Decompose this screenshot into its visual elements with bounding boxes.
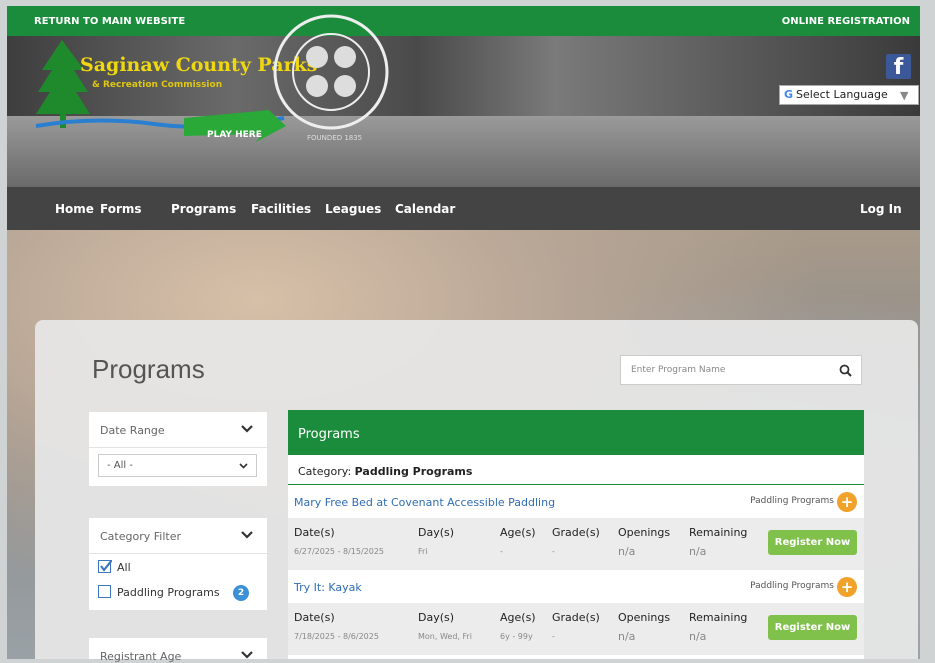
category-filter-header[interactable]: Category Filter: [89, 518, 267, 554]
chevron-down-icon: [241, 531, 253, 539]
date-range-select[interactable]: - All -: [98, 454, 257, 477]
col-openings: Openings: [618, 526, 671, 539]
plus-icon[interactable]: +: [837, 492, 857, 512]
value-openings: n/a: [618, 545, 636, 558]
date-range-filter: Date Range - All -: [89, 412, 267, 486]
program-details-row: Date(s) Day(s) Age(s) Grade(s) Openings …: [288, 518, 864, 570]
category-option-label: Paddling Programs: [117, 586, 220, 599]
value-remaining: n/a: [689, 545, 707, 558]
nav-calendar[interactable]: Calendar: [395, 202, 455, 216]
language-caret-icon: ▼: [900, 89, 909, 102]
col-dates: Date(s): [294, 526, 335, 539]
value-grades: -: [552, 547, 555, 556]
category-value: Paddling Programs: [354, 465, 473, 478]
facebook-icon[interactable]: f: [886, 54, 911, 80]
category-prefix: Category:: [298, 465, 352, 478]
chevron-down-icon: [241, 651, 253, 659]
category-option-label: All: [117, 561, 131, 574]
col-days: Day(s): [418, 526, 455, 539]
search-icon[interactable]: [839, 364, 852, 377]
col-grades: Grade(s): [552, 611, 600, 624]
category-line: Category: Paddling Programs: [288, 455, 864, 485]
program-search-input[interactable]: Enter Program Name: [620, 355, 862, 385]
value-ages: -: [500, 547, 503, 556]
chevron-down-icon: [241, 425, 253, 433]
nav-home[interactable]: Home: [55, 202, 94, 216]
count-badge: 2: [233, 585, 249, 601]
county-seal-icon: [273, 14, 389, 130]
logo-subtitle: & Recreation Commission: [92, 80, 223, 90]
nav-log-in[interactable]: Log In: [860, 202, 902, 216]
date-range-selected: - All -: [107, 460, 133, 471]
select-language-label: Select Language: [796, 88, 888, 101]
date-range-header[interactable]: Date Range: [89, 412, 267, 448]
col-grades: Grade(s): [552, 526, 600, 539]
program-title-row: Mary Free Bed at Covenant Accessible Pad…: [288, 485, 864, 518]
checkbox-icon[interactable]: [98, 585, 111, 598]
value-openings: n/a: [618, 630, 636, 643]
program-category-tag: Paddling Programs: [750, 496, 834, 506]
main-nav: Home Forms Programs Facilities Leagues C…: [7, 187, 920, 230]
category-option-all[interactable]: All: [98, 560, 258, 574]
programs-list: Programs Category: Paddling Programs Mar…: [288, 410, 864, 659]
seal-founded-text: FOUNDED 1835: [307, 134, 363, 142]
value-days: Fri: [418, 547, 428, 556]
program-title-row: Try It: Kayak Paddling Programs +: [288, 570, 864, 603]
category-filter: Category Filter All Paddling Programs 2: [89, 518, 267, 610]
col-dates: Date(s): [294, 611, 335, 624]
program-details-row: Date(s) Day(s) Age(s) Grade(s) Openings …: [288, 603, 864, 655]
value-days: Mon, Wed, Fri: [418, 632, 473, 641]
programs-header: Programs: [288, 410, 864, 455]
search-placeholder: Enter Program Name: [631, 365, 726, 375]
checkbox-checked-icon[interactable]: [98, 560, 112, 573]
nav-forms[interactable]: Forms: [100, 202, 142, 216]
col-days: Day(s): [418, 611, 455, 624]
select-caret-icon: [239, 463, 248, 469]
plus-icon[interactable]: +: [837, 577, 857, 597]
program-category-tag: Paddling Programs: [750, 581, 834, 591]
select-language-dropdown[interactable]: G Select Language ▼: [779, 85, 919, 105]
value-remaining: n/a: [689, 630, 707, 643]
category-option-paddling-programs[interactable]: Paddling Programs 2: [98, 585, 258, 601]
return-to-main-website-link[interactable]: RETURN TO MAIN WEBSITE: [34, 16, 185, 27]
logo-tagline: PLAY HERE: [207, 130, 262, 140]
county-seal: FOUNDED 1835: [272, 2, 390, 144]
registrant-age-filter: Registrant Age: [89, 638, 267, 663]
program-name-link[interactable]: Try It: Kayak: [294, 581, 362, 594]
page-title: Programs: [92, 354, 205, 384]
col-openings: Openings: [618, 611, 671, 624]
online-registration-link[interactable]: ONLINE REGISTRATION: [782, 16, 910, 27]
nav-facilities[interactable]: Facilities: [251, 202, 311, 216]
value-dates: 6/27/2025 - 8/15/2025: [294, 547, 385, 556]
col-remaining: Remaining: [689, 526, 748, 539]
col-ages: Age(s): [500, 611, 536, 624]
program-name-link[interactable]: Mary Free Bed at Covenant Accessible Pad…: [294, 496, 555, 509]
value-ages: 6y - 99y: [500, 632, 533, 641]
col-ages: Age(s): [500, 526, 536, 539]
category-filter-label: Category Filter: [100, 530, 181, 543]
register-now-button[interactable]: Register Now: [768, 615, 857, 640]
register-now-button[interactable]: Register Now: [768, 530, 857, 555]
registrant-age-header[interactable]: Registrant Age: [89, 638, 267, 663]
col-remaining: Remaining: [689, 611, 748, 624]
nav-leagues[interactable]: Leagues: [325, 202, 381, 216]
value-grades: -: [552, 632, 555, 641]
registrant-age-label: Registrant Age: [100, 650, 182, 663]
value-dates: 7/18/2025 - 8/6/2025: [294, 632, 379, 641]
nav-programs[interactable]: Programs: [171, 202, 236, 216]
site-logo[interactable]: Saginaw County Parks & Recreation Commis…: [34, 30, 317, 148]
date-range-label: Date Range: [100, 424, 165, 437]
google-icon: G: [784, 88, 794, 101]
